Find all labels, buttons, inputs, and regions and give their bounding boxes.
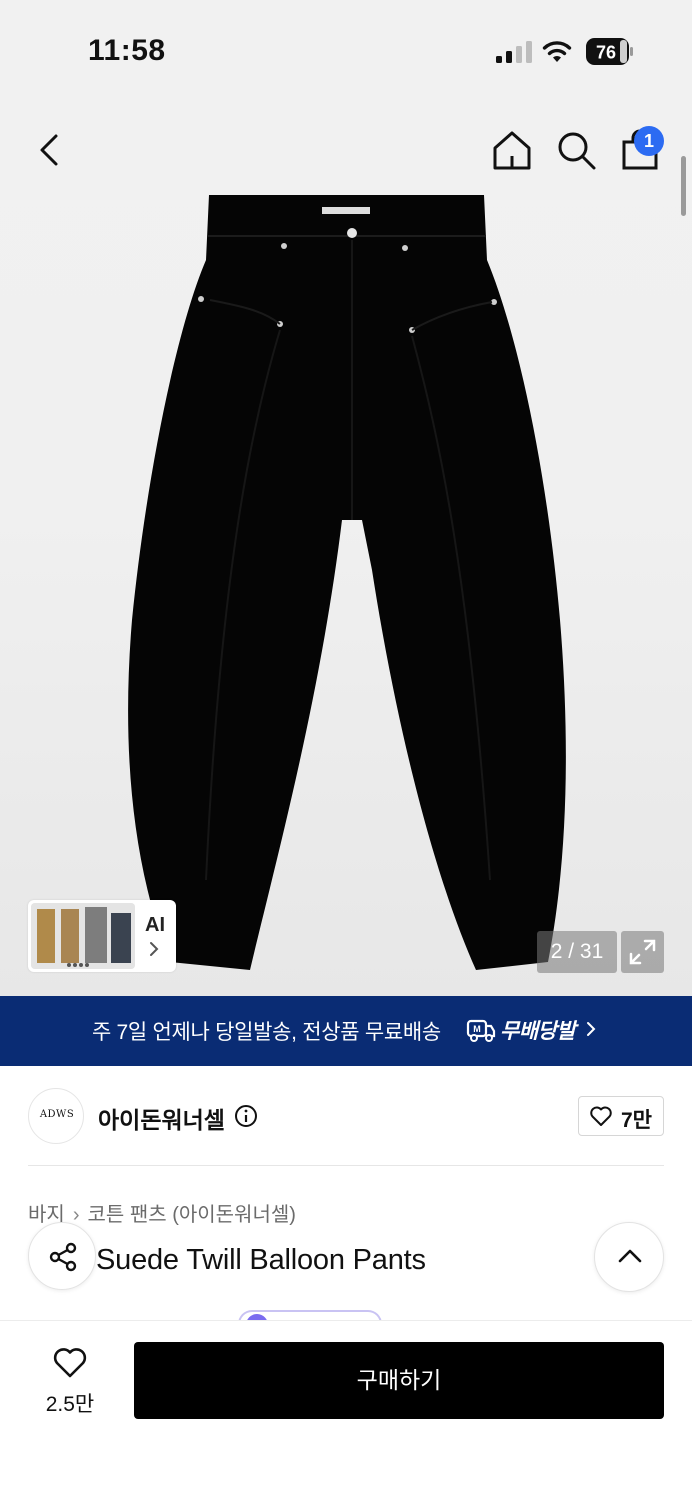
battery-level: 76 <box>596 43 616 63</box>
breadcrumb-subcategory[interactable]: 코튼 팬츠 (아이돈워너셀) <box>87 1204 295 1226</box>
expand-icon <box>629 939 656 965</box>
share-icon <box>49 1242 77 1272</box>
product-image <box>128 195 566 970</box>
delivery-truck-icon: M <box>466 1019 496 1042</box>
wifi-icon <box>542 41 572 62</box>
battery-icon: 76 <box>586 38 633 65</box>
cellular-signal-icon <box>496 41 532 63</box>
banner-text: 주 7일 언제나 당일발송, 전상품 무료배송 <box>92 1021 441 1044</box>
image-page-counter: 2 / 31 <box>537 931 617 973</box>
cart-count-badge: 1 <box>634 126 664 156</box>
brand-like-button[interactable]: 7만 <box>578 1096 664 1136</box>
share-button[interactable] <box>28 1222 96 1290</box>
heart-icon <box>53 1348 87 1378</box>
chevron-right-icon <box>587 1022 596 1036</box>
brand-logo[interactable]: ADWS <box>28 1088 84 1144</box>
ai-label: AI <box>145 914 165 936</box>
scrollbar[interactable] <box>681 156 686 216</box>
back-button[interactable] <box>30 128 70 172</box>
status-bar: 11:58 76 <box>0 0 692 100</box>
search-icon[interactable] <box>554 128 598 172</box>
buy-button[interactable]: 구매하기 <box>134 1342 664 1419</box>
divider <box>28 1165 664 1166</box>
heart-icon <box>590 1106 612 1126</box>
svg-text:M: M <box>473 1024 481 1034</box>
chevron-up-icon <box>618 1249 642 1263</box>
delivery-banner[interactable]: 주 7일 언제나 당일발송, 전상품 무료배송 M 무배당발 <box>0 996 692 1066</box>
home-icon[interactable] <box>490 128 534 172</box>
ai-styling-thumbnail[interactable]: AI <box>28 900 176 972</box>
expand-button[interactable] <box>621 931 664 973</box>
brand-name[interactable]: 아이돈워너셀 <box>98 1101 225 1135</box>
ai-thumbnail-image <box>31 903 135 969</box>
product-image-gallery[interactable]: 1 AI 2 / 31 <box>0 100 692 996</box>
status-time: 11:58 <box>88 34 166 67</box>
like-button[interactable]: 2.5만 <box>28 1340 112 1420</box>
info-icon[interactable] <box>234 1104 258 1128</box>
like-count: 2.5만 <box>45 1393 95 1416</box>
banner-brand: 무배당발 <box>500 1020 576 1043</box>
brand-like-count: 7만 <box>621 1109 652 1132</box>
brand-logo-text: ADWS <box>39 1109 75 1120</box>
scroll-to-top-button[interactable] <box>594 1222 664 1292</box>
chevron-right-icon <box>150 942 159 956</box>
product-title: Suede Twill Balloon Pants <box>96 1244 426 1276</box>
